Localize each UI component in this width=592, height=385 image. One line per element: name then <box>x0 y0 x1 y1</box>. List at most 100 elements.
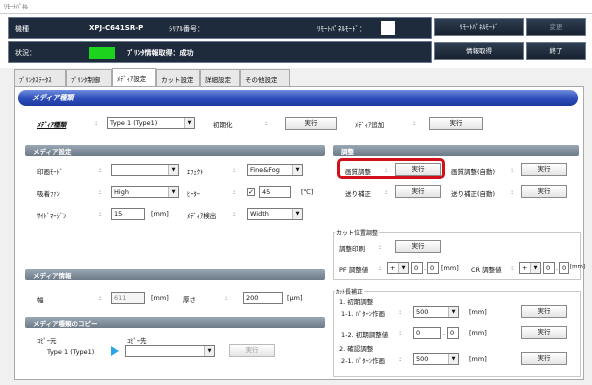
pf-unit: [mm] <box>441 264 459 272</box>
media-detect-label: ﾒﾃﾞｨｱ検出 <box>187 212 217 220</box>
chevron-down-icon: ▼ <box>448 354 458 364</box>
print-mode-select[interactable]: ▼ <box>111 164 179 176</box>
effect-label: ｴﾌｪｸﾄ <box>187 168 204 176</box>
feed-adjust-auto-label: 送り補正(自動) <box>451 190 496 198</box>
chevron-down-icon: ▼ <box>168 187 178 197</box>
window-bottom <box>0 381 592 385</box>
media-detect-select[interactable]: Width ▼ <box>247 208 303 220</box>
media-type-select[interactable]: Type 1 (Type1) ▼ <box>107 117 195 129</box>
side-margin-input[interactable]: 15 <box>111 208 145 220</box>
copy-to-label: ｺﾋﾟｰ先 <box>127 337 147 345</box>
info-fetch-button[interactable]: 情報取得 <box>434 42 524 60</box>
tab-detail-settings[interactable]: 詳細設定 <box>200 69 240 86</box>
window-title: ﾘﾓｰﾄﾊﾟﾈﾙ <box>0 0 592 14</box>
image-adjust-run-button[interactable]: 実行 <box>395 163 441 176</box>
heater-checkbox[interactable]: ✓ <box>247 188 255 196</box>
image-adjust-auto-run-button[interactable]: 実行 <box>521 163 567 176</box>
media-info-header: メディア情報 <box>25 269 325 280</box>
feed-adjust-label: 送り補正 <box>345 190 371 198</box>
status-row: 状況： ﾌﾟﾘﾝﾀ情報取得：成功 <box>8 41 432 63</box>
pattern-draw-1-select[interactable]: 500 ▼ <box>413 306 459 318</box>
thickness-input[interactable]: 200 <box>243 292 283 304</box>
cr-dec-input[interactable]: 0 <box>559 262 569 274</box>
pattern-draw-2-unit: [mm] <box>469 355 487 363</box>
status-value: ﾌﾟﾘﾝﾀ情報取得：成功 <box>127 49 194 57</box>
image-adjust-label: 画質調整 <box>345 168 371 176</box>
tab-cut-settings[interactable]: カット設定 <box>156 69 200 86</box>
pattern-draw-1-unit: [mm] <box>469 308 487 316</box>
fan-label: 吸着ﾌｧﾝ <box>37 190 60 198</box>
copy-from-value: Type 1 (Type1) <box>47 348 95 356</box>
status-indicator <box>89 47 115 59</box>
copy-to-select[interactable]: ▼ <box>125 345 215 357</box>
chevron-down-icon: ▼ <box>292 209 302 219</box>
init-adjust-dec-input[interactable]: 0 <box>447 327 459 339</box>
copy-from-label: ｺﾋﾟｰ元 <box>37 337 57 345</box>
fan-select[interactable]: High ▼ <box>111 186 179 198</box>
pf-sign-select[interactable]: + ▼ <box>387 262 409 274</box>
chevron-down-icon: ▼ <box>448 307 458 317</box>
media-add-run-button[interactable]: 実行 <box>429 117 483 130</box>
remote-mode-label: ﾘﾓｰﾄﾊﾟﾈﾙﾓｰﾄﾞ： <box>317 25 366 33</box>
confirm-adjust-label: 2. 確認調整 <box>339 345 374 353</box>
init-adjust-int-input[interactable]: 0 <box>413 327 441 339</box>
image-adjust-auto-label: 画質調整(自動) <box>451 168 496 176</box>
init-run-button[interactable]: 実行 <box>285 117 337 130</box>
pf-label: PF 調整値 <box>339 266 369 274</box>
thickness-label: 厚さ <box>183 296 196 304</box>
status-label: 状況： <box>15 49 36 57</box>
effect-select[interactable]: Fine&Fog ▼ <box>247 164 303 176</box>
pattern-draw-1-run-button[interactable]: 実行 <box>521 305 567 318</box>
arrow-right-icon <box>111 346 119 356</box>
pf-dec-input[interactable]: 0 <box>427 262 439 274</box>
cr-label: CR 調整値 <box>471 266 502 274</box>
serial-label: ｼﾘｱﾙ番号： <box>169 25 204 33</box>
pattern-draw-2-select[interactable]: 500 ▼ <box>413 353 459 365</box>
media-add-label: ﾒﾃﾞｨｱ追加 <box>355 121 385 129</box>
feed-adjust-auto-run-button[interactable]: 実行 <box>521 185 567 198</box>
pf-int-input[interactable]: 0 <box>411 262 423 274</box>
cr-sign-select[interactable]: + ▼ <box>519 262 541 274</box>
model-row: 機種 XPJ-C641SR-P ｼﾘｱﾙ番号： ﾘﾓｰﾄﾊﾟﾈﾙﾓｰﾄﾞ： <box>8 17 432 39</box>
pattern-draw-2-label: 2-1. ﾊﾟﾀｰﾝ作画 <box>341 357 385 365</box>
chevron-down-icon: ▼ <box>168 165 178 175</box>
heater-unit: [℃] <box>301 188 314 196</box>
tab-printer-control[interactable]: ﾌﾟﾘﾝﾀ制御 <box>66 69 112 86</box>
cut-length-legend: ｶｯﾄ長補正 <box>335 287 365 296</box>
cr-int-input[interactable]: 0 <box>543 262 555 274</box>
print-mode-label: 印画ﾓｰﾄﾞ <box>37 168 63 176</box>
width-label: 幅 <box>37 296 44 304</box>
feed-adjust-run-button[interactable]: 実行 <box>395 185 441 198</box>
pattern-draw-2-run-button[interactable]: 実行 <box>521 352 567 365</box>
media-settings-panel: メディア種類 ﾒﾃﾞｨｱ種類 : Type 1 (Type1) ▼ 初期化 : 実… <box>14 86 585 380</box>
exit-button[interactable]: 終了 <box>526 42 586 60</box>
printer-header: 機種 XPJ-C641SR-P ｼﾘｱﾙ番号： ﾘﾓｰﾄﾊﾟﾈﾙﾓｰﾄﾞ： 状況… <box>0 14 592 68</box>
init-adjust-run-button[interactable]: 実行 <box>521 326 567 339</box>
tab-media-settings[interactable]: ﾒﾃﾞｨｱ設定 <box>112 68 156 86</box>
chevron-down-icon: ▼ <box>184 118 194 128</box>
init-adjust-unit: [mm] <box>469 329 487 337</box>
adjust-header: 調整 <box>333 145 579 156</box>
init-label: 初期化 <box>213 121 233 129</box>
width-input: 611 <box>111 292 145 304</box>
media-copy-header: メディア種類のコピー <box>25 317 325 328</box>
media-type-label: ﾒﾃﾞｨｱ種類 <box>37 121 67 129</box>
pattern-draw-1-label: 1-1. ﾊﾟﾀｰﾝ作画 <box>341 310 385 318</box>
model-value: XPJ-C641SR-P <box>89 24 144 32</box>
remote-mode-indicator <box>381 21 395 35</box>
tab-printer-status[interactable]: ﾌﾟﾘﾝﾀｽﾃｰﾀｽ <box>14 69 66 86</box>
media-settings-header: メディア設定 <box>25 145 325 156</box>
thickness-unit: [μm] <box>287 294 303 302</box>
chevron-down-icon: ▼ <box>530 263 540 273</box>
change-button[interactable]: 変更 <box>526 18 586 36</box>
model-label: 機種 <box>15 25 29 33</box>
tab-other-settings[interactable]: その他設定 <box>240 69 290 86</box>
heater-input[interactable]: 45 <box>259 186 291 198</box>
remote-mode-button[interactable]: ﾘﾓｰﾄﾊﾟﾈﾙﾓｰﾄﾞ <box>434 18 524 36</box>
cut-print-run-button[interactable]: 実行 <box>395 240 441 253</box>
cut-print-label: 調整印刷 <box>339 245 365 253</box>
cut-position-legend: カット位置調整 <box>335 228 380 237</box>
chevron-down-icon: ▼ <box>204 346 214 356</box>
copy-run-button[interactable]: 実行 <box>229 344 275 357</box>
side-margin-label: ｻｲﾄﾞﾏｰｼﾞﾝ <box>37 212 67 220</box>
